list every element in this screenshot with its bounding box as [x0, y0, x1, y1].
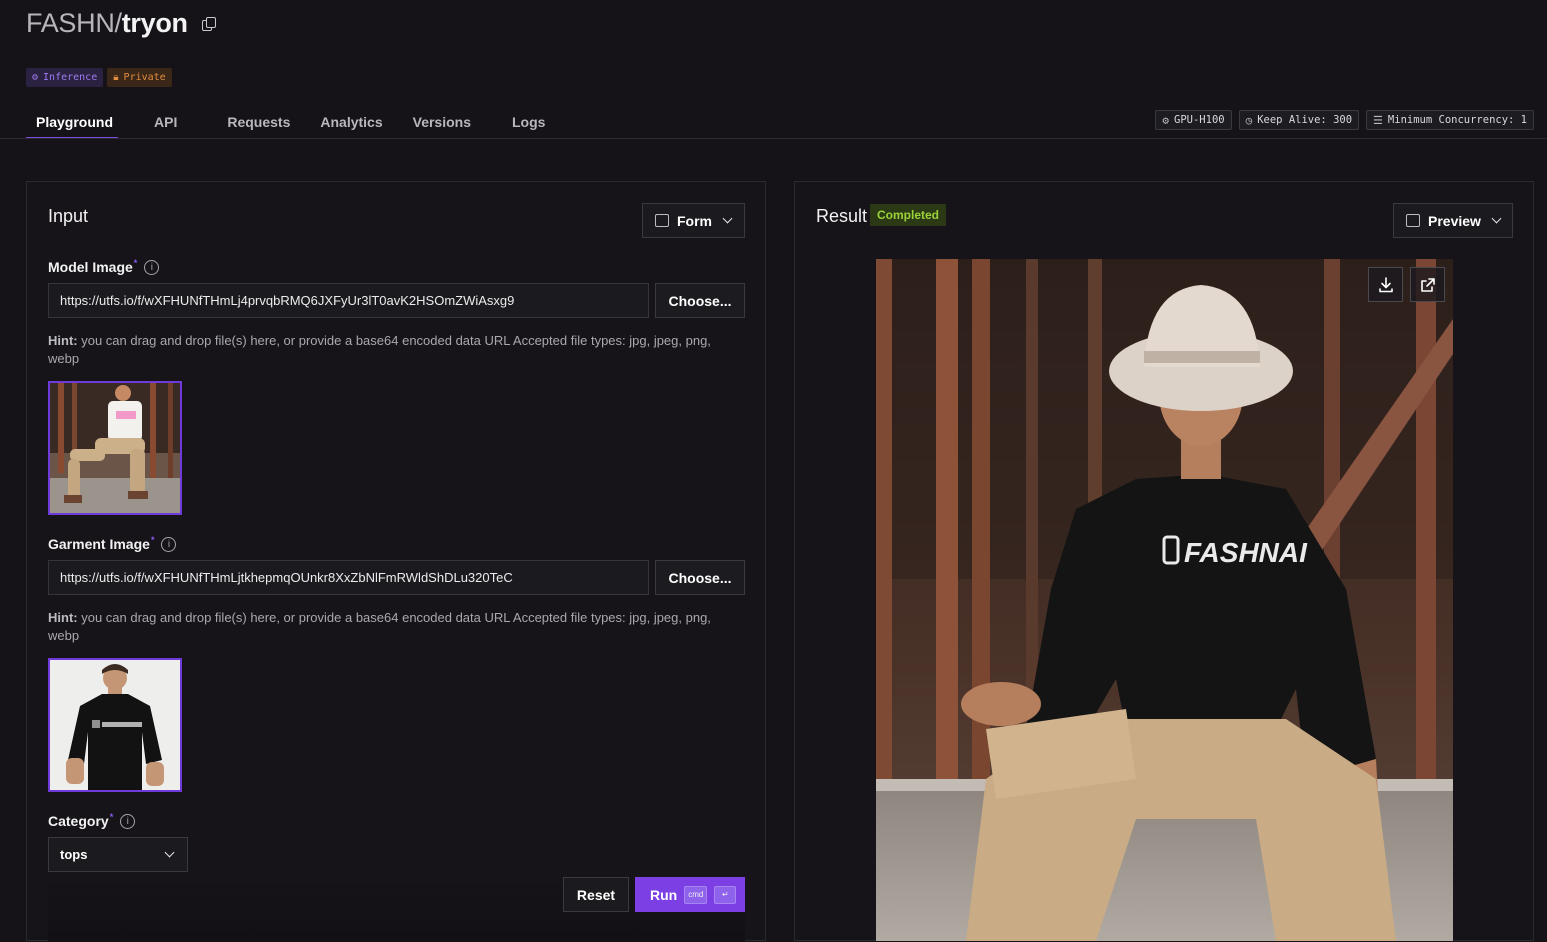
input-panel: Input Form Model Image * i https://utfs.… — [26, 181, 766, 942]
reset-button[interactable]: Reset — [563, 877, 629, 912]
info-icon[interactable]: i — [120, 813, 136, 829]
model-photo — [50, 383, 180, 513]
tab-logs[interactable]: Logs — [512, 106, 545, 139]
chevron-down-icon — [722, 213, 733, 224]
open-external-button[interactable] — [1410, 267, 1445, 302]
infra-chips: ⚙ GPU-H100 ◷ Keep Alive: 300 ☰ Minimum C… — [1155, 110, 1534, 130]
cmd-key-hint: cmd — [684, 885, 708, 904]
model-image-hint: Hint: you can drag and drop file(s) here… — [48, 333, 711, 366]
info-icon[interactable]: i — [144, 259, 160, 275]
form-view-dropdown[interactable]: Form — [642, 203, 745, 238]
input-title: Input — [48, 206, 89, 226]
download-button[interactable] — [1368, 267, 1403, 302]
garment-logo-text: FASHNAI — [1184, 537, 1308, 568]
tab-versions[interactable]: Versions — [413, 106, 471, 139]
info-icon[interactable]: i — [161, 536, 177, 552]
copy-icon[interactable] — [201, 16, 216, 31]
cpu-icon: ⚙ — [32, 72, 39, 83]
category-select[interactable]: tops — [48, 837, 188, 872]
page-title: FASHN/ tryon — [26, 8, 216, 39]
clock-icon: ◷ — [1245, 113, 1253, 127]
model-image-url-input[interactable]: https://utfs.io/f/wXFHUNfTHmLj4prvqbRMQ6… — [48, 283, 649, 318]
tab-playground[interactable]: Playground — [26, 106, 118, 139]
result-panel: Result Completed Preview FASHNAI — [794, 181, 1534, 941]
model-image-label: Model Image * i — [48, 258, 160, 275]
garment-image-label: Garment Image * i — [48, 535, 177, 552]
cpu-icon: ⚙ — [1162, 113, 1170, 127]
chevron-down-icon — [164, 847, 175, 858]
garment-photo — [50, 660, 180, 790]
concurrency-chip: ☰ Minimum Concurrency: 1 — [1366, 110, 1534, 130]
garment-image-choose-button[interactable]: Choose... — [655, 560, 745, 595]
enter-key-hint: ↵ — [714, 885, 737, 904]
model-owner: FASHN/ — [26, 8, 122, 38]
garment-image-hint: Hint: you can drag and drop file(s) here… — [48, 610, 711, 643]
preview-view-dropdown[interactable]: Preview — [1393, 203, 1513, 238]
run-button[interactable]: Run cmd ↵ — [635, 877, 745, 912]
image-icon — [1406, 214, 1420, 227]
model-image-preview[interactable] — [48, 381, 182, 515]
tab-api[interactable]: API — [154, 106, 177, 139]
result-photo: FASHNAI — [876, 259, 1453, 941]
keep-alive-chip: ◷ Keep Alive: 300 — [1238, 110, 1360, 130]
tab-bar: Playground API Requests Analytics Versio… — [26, 106, 545, 139]
result-image: FASHNAI — [876, 259, 1453, 941]
gpu-chip: ⚙ GPU-H100 — [1155, 110, 1232, 130]
garment-image-url-input[interactable]: https://utfs.io/f/wXFHUNfTHmLjtkhepmqOUn… — [48, 560, 649, 595]
lock-icon: 🔒︎ — [113, 72, 119, 83]
sliders-icon: ☰ — [1373, 113, 1383, 127]
model-image-choose-button[interactable]: Choose... — [655, 283, 745, 318]
model-name: tryon — [121, 8, 188, 38]
private-badge: 🔒︎ Private — [107, 68, 172, 87]
model-badges: ⚙ Inference 🔒︎ Private — [26, 68, 172, 87]
chevron-down-icon — [1491, 213, 1502, 224]
tab-analytics[interactable]: Analytics — [320, 106, 382, 139]
external-link-icon — [1420, 277, 1435, 292]
tab-divider — [0, 138, 1547, 139]
category-label: Category * i — [48, 812, 136, 829]
tab-requests[interactable]: Requests — [227, 106, 290, 139]
status-badge: Completed — [870, 204, 947, 226]
layout-icon — [655, 214, 669, 227]
garment-image-preview[interactable] — [48, 658, 182, 792]
result-title: Result — [816, 206, 868, 226]
download-icon — [1378, 276, 1393, 292]
inference-badge: ⚙ Inference — [26, 68, 104, 87]
